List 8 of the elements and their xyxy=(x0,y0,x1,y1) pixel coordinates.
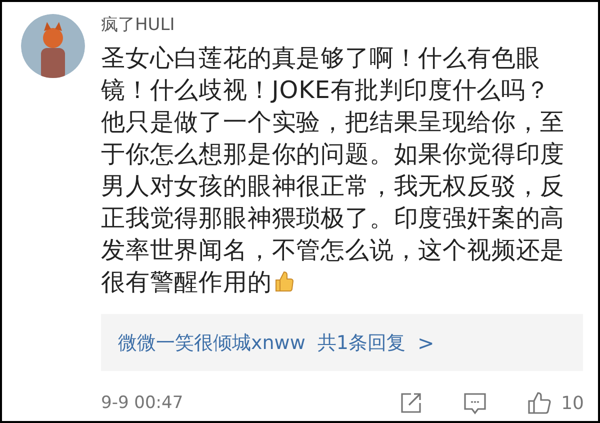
chevron-icon[interactable]: > xyxy=(417,330,434,354)
comment-text: 圣女心白莲花的真是够了啊！什么有色眼 镜！什么歧视！JOKE有批判印度什么吗？ 他只是做了一个实验，把结果呈现给你，至 于你怎么想那是你的问题。如果你觉得印度 男人对女孩的眼神很正常，我无权反驳，反 正我觉得那眼神猥琐极了。印度强奸案的高 发率世界闻名，不管怎么说，这个视频还是 很有警醒作用的 xyxy=(101,43,566,298)
reply-count[interactable]: 共1条回复 xyxy=(317,330,406,356)
reply-user[interactable]: 微微一笑很倾城xnww xyxy=(118,330,306,356)
like-count: 10 xyxy=(561,392,584,414)
timestamp: 9-9 00:47 xyxy=(101,393,184,413)
username[interactable]: 疯了HULI xyxy=(101,14,175,36)
reply-preview[interactable]: 微微一笑很倾城xnww 共1条回复 > xyxy=(101,314,583,371)
